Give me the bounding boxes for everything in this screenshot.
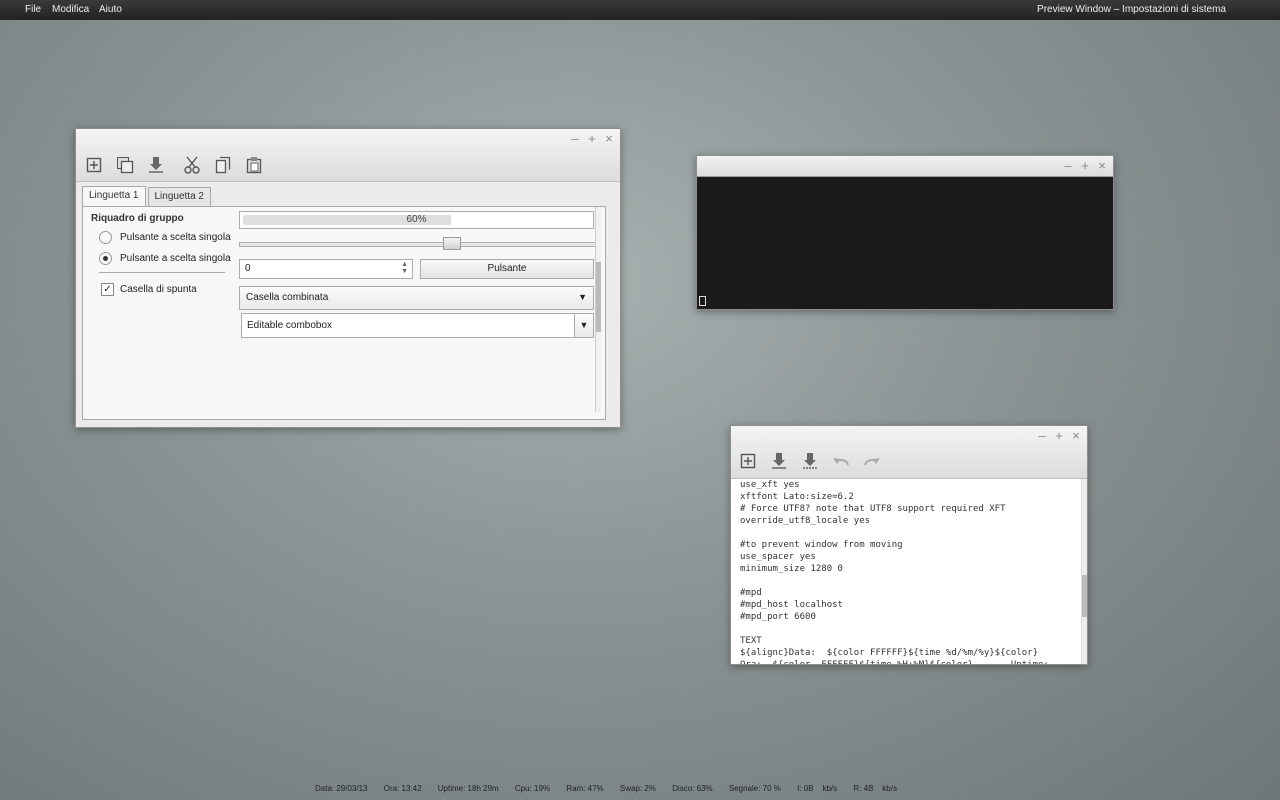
copy-window-icon[interactable]	[113, 153, 137, 177]
vertical-scrollbar[interactable]	[1081, 479, 1087, 664]
checkbox-label: Casella di spunta	[120, 284, 197, 295]
editor-line[interactable]: use_spacer yes	[740, 551, 1081, 563]
progress-bar: 60%	[239, 211, 594, 229]
close-button[interactable]: ×	[1097, 159, 1107, 173]
editor-line[interactable]: use_xft yes	[740, 479, 1081, 491]
undo-icon[interactable]	[829, 449, 853, 473]
tab-linguetta-2[interactable]: Linguetta 2	[147, 187, 211, 206]
status-net-in: I: 0B kb/s	[797, 784, 838, 793]
spin-box[interactable]: 0 ▲ ▼	[239, 259, 413, 279]
editor-line[interactable]	[740, 575, 1081, 587]
editor-line[interactable]: minimum_size 1280 0	[740, 563, 1081, 575]
cut-icon[interactable]	[180, 153, 204, 177]
editor-line[interactable]: ${alignc}Data: ${color FFFFFF}${time %d/…	[740, 647, 1081, 659]
editor-toolbar	[736, 446, 1087, 476]
status-date: Data: 29/03/13	[315, 784, 368, 793]
editor-line[interactable]: override_utf8_locale yes	[740, 515, 1081, 527]
copy-icon[interactable]	[211, 153, 235, 177]
menu-aiuto[interactable]: Aiuto	[99, 4, 122, 15]
spin-value[interactable]: 0	[245, 263, 251, 274]
status-uptime: Uptime: 18h 29m	[437, 784, 499, 793]
slider-handle[interactable]	[443, 237, 462, 250]
top-menu-bar: File Modifica Aiuto Preview Window – Imp…	[0, 0, 1280, 20]
close-button[interactable]: ×	[604, 132, 614, 146]
editable-combo-box[interactable]: Editable combobox ▼	[241, 313, 594, 338]
maximize-button[interactable]: +	[1054, 429, 1064, 443]
radio-label: Pulsante a scelta singola	[120, 253, 231, 264]
status-net-out: R: 4B kb/s	[853, 784, 897, 793]
editor-line[interactable]: Ora: ${color FFFFFF}${time %H:%M}${color…	[740, 659, 1081, 664]
system-status-bar: Data: 29/03/13 Ora: 13:42 Uptime: 18h 29…	[315, 784, 911, 793]
editor-line[interactable]: # Force UTF8? note that UTF8 support req…	[740, 503, 1081, 515]
terminal-window: – + ×	[696, 155, 1114, 310]
tab-linguetta-1[interactable]: Linguetta 1	[82, 186, 146, 206]
scrollbar-thumb[interactable]	[1082, 575, 1087, 617]
save-icon[interactable]	[798, 449, 822, 473]
combo-value: Casella combinata	[246, 292, 329, 303]
status-ram: Ram: 47%	[566, 784, 604, 793]
vertical-scrollbar[interactable]	[595, 207, 601, 412]
window-controls: – + ×	[570, 132, 614, 146]
new-icon[interactable]	[736, 449, 760, 473]
status-signal: Segnale: 70 %	[728, 784, 781, 793]
scrollbar-thumb[interactable]	[596, 262, 601, 332]
editor-line[interactable]: TEXT	[740, 635, 1081, 647]
terminal-cursor	[699, 296, 706, 306]
radio-label: Pulsante a scelta singola	[120, 232, 231, 243]
tab-bar: Linguetta 1 Linguetta 2	[82, 186, 211, 206]
slider-track[interactable]	[239, 237, 596, 250]
editor-line[interactable]: #mpd	[740, 587, 1081, 599]
separator	[99, 272, 225, 273]
group-box-title: Riquadro di gruppo	[91, 213, 184, 224]
chevron-down-icon: ▼	[578, 292, 587, 302]
editor-window: – + × use_xft yes xftfont Lato:size=6.2 # …	[730, 425, 1088, 665]
tab-panel: Riquadro di gruppo Pulsante a scelta sin…	[82, 206, 606, 420]
spin-arrows-icon[interactable]: ▲ ▼	[401, 261, 408, 275]
editor-line[interactable]	[740, 623, 1081, 635]
download-icon[interactable]	[767, 449, 791, 473]
text-editor-area[interactable]: use_xft yes xftfont Lato:size=6.2 # Force …	[731, 479, 1081, 664]
radio-option-2[interactable]: Pulsante a scelta singola	[99, 252, 231, 265]
status-disk: Disco: 63%	[672, 784, 713, 793]
menu-modifica[interactable]: Modifica	[52, 4, 89, 15]
radio-option-1[interactable]: Pulsante a scelta singola	[99, 231, 231, 244]
maximize-button[interactable]: +	[587, 132, 597, 146]
window-controls: – + ×	[1037, 429, 1081, 443]
chevron-down-icon[interactable]: ▼	[574, 314, 593, 337]
checkbox[interactable]: ✓ Casella di spunta	[101, 283, 197, 296]
status-swap: Swap: 2%	[619, 784, 656, 793]
menu-file[interactable]: File	[25, 4, 41, 15]
editor-line[interactable]	[740, 527, 1081, 539]
paste-icon[interactable]	[242, 153, 266, 177]
status-cpu: Cpu: 19%	[514, 784, 551, 793]
editable-combo-value[interactable]: Editable combobox	[247, 320, 332, 331]
radio-indicator[interactable]	[99, 231, 112, 244]
combo-box[interactable]: Casella combinata ▼	[239, 286, 594, 310]
preview-window: – + × Linguetta 1 Linguetta 2 Riquadro d…	[75, 128, 621, 428]
editor-line[interactable]: #mpd_host localhost	[740, 599, 1081, 611]
editor-line[interactable]: #mpd_port 6600	[740, 611, 1081, 623]
editor-line[interactable]: #to prevent window from moving	[740, 539, 1081, 551]
close-button[interactable]: ×	[1071, 429, 1081, 443]
window-titlebar[interactable]	[697, 156, 1113, 177]
new-icon[interactable]	[82, 153, 106, 177]
minimize-button[interactable]: –	[570, 132, 580, 146]
download-icon[interactable]	[144, 153, 168, 177]
radio-indicator-selected[interactable]	[99, 252, 112, 265]
status-time: Ora: 13:42	[383, 784, 422, 793]
editor-line[interactable]: xftfont Lato:size=6.2	[740, 491, 1081, 503]
checkbox-box[interactable]: ✓	[101, 283, 114, 296]
maximize-button[interactable]: +	[1080, 159, 1090, 173]
progress-text: 60%	[406, 214, 427, 225]
toolbar	[82, 150, 620, 180]
minimize-button[interactable]: –	[1037, 429, 1047, 443]
push-button[interactable]: Pulsante	[420, 259, 594, 279]
window-controls: – + ×	[1063, 159, 1107, 173]
redo-icon[interactable]	[860, 449, 884, 473]
minimize-button[interactable]: –	[1063, 159, 1073, 173]
active-window-title: Preview Window – Impostazioni di sistema	[1037, 4, 1226, 15]
